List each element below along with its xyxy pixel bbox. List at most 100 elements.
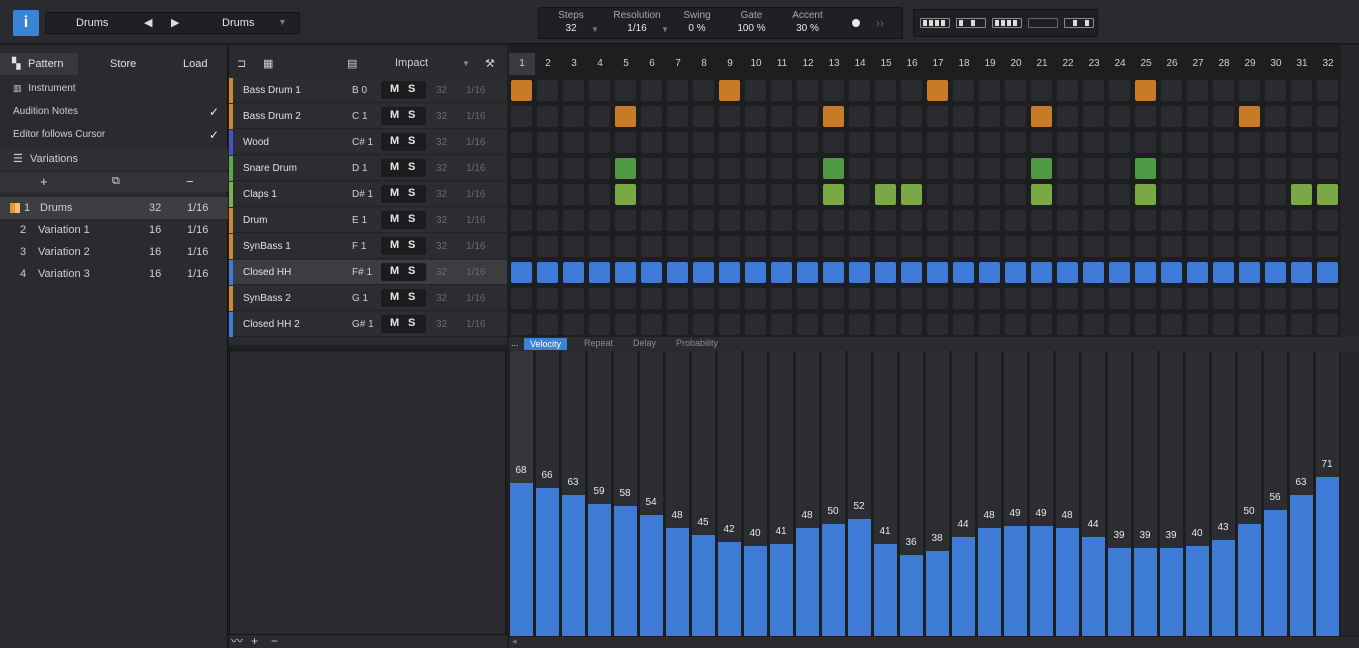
slot-3-icon[interactable]: [992, 18, 1022, 28]
step-cell[interactable]: [693, 132, 714, 153]
step-cell[interactable]: [771, 288, 792, 309]
step-cell[interactable]: [1109, 288, 1130, 309]
step-cell[interactable]: [1291, 288, 1312, 309]
step-cell[interactable]: [641, 106, 662, 127]
track-steps[interactable]: 32: [436, 137, 447, 148]
step-cell[interactable]: [953, 314, 974, 335]
step-number[interactable]: 5: [613, 58, 639, 69]
step-cell[interactable]: [693, 184, 714, 205]
step-cell[interactable]: [1005, 288, 1026, 309]
scroll-left-icon[interactable]: ◂: [512, 636, 517, 647]
step-number[interactable]: 11: [769, 58, 795, 69]
step-cell-on[interactable]: [797, 262, 818, 283]
step-cell[interactable]: [1187, 314, 1208, 335]
velocity-bar[interactable]: [510, 483, 533, 636]
step-cell-on[interactable]: [1109, 262, 1130, 283]
steps-param[interactable]: Steps 32 ▼: [551, 10, 599, 34]
velocity-column[interactable]: [822, 351, 845, 636]
step-cell[interactable]: [693, 106, 714, 127]
step-cell[interactable]: [1239, 210, 1260, 231]
step-cell-on[interactable]: [719, 262, 740, 283]
velocity-column[interactable]: [900, 351, 923, 636]
remove-lane-button[interactable]: −: [271, 635, 278, 647]
audition-notes-row[interactable]: Audition Notes ✓: [0, 101, 228, 123]
step-cell[interactable]: [875, 158, 896, 179]
step-cell[interactable]: [1265, 314, 1286, 335]
velocity-column[interactable]: [1082, 351, 1105, 636]
step-cell[interactable]: [849, 210, 870, 231]
step-cell[interactable]: [1083, 158, 1104, 179]
step-cell-on[interactable]: [927, 80, 948, 101]
track-resolution[interactable]: 1/16: [466, 319, 485, 330]
track-name[interactable]: Closed HH: [243, 267, 291, 278]
tab-probability[interactable]: Probability: [676, 338, 718, 348]
step-cell[interactable]: [719, 132, 740, 153]
instrument-row[interactable]: ▥ Instrument: [0, 77, 228, 99]
step-cell[interactable]: [537, 158, 558, 179]
step-cell[interactable]: [797, 80, 818, 101]
velocity-bar[interactable]: [770, 544, 793, 636]
step-cell-on[interactable]: [1239, 262, 1260, 283]
velocity-column[interactable]: [978, 351, 1001, 636]
step-cell[interactable]: [745, 132, 766, 153]
step-cell[interactable]: [1161, 80, 1182, 101]
step-cell[interactable]: [1109, 106, 1130, 127]
mute-button[interactable]: M: [390, 265, 399, 277]
tab-delay[interactable]: Delay: [633, 338, 656, 348]
step-cell[interactable]: [563, 132, 584, 153]
track-steps[interactable]: 32: [436, 111, 447, 122]
velocity-column[interactable]: [1212, 351, 1235, 636]
step-cell[interactable]: [1317, 210, 1338, 231]
step-cell[interactable]: [615, 288, 636, 309]
step-number[interactable]: 24: [1107, 58, 1133, 69]
step-cell[interactable]: [1213, 314, 1234, 335]
step-number[interactable]: 27: [1185, 58, 1211, 69]
step-cell[interactable]: [1213, 158, 1234, 179]
step-cell[interactable]: [901, 132, 922, 153]
step-cell[interactable]: [1187, 132, 1208, 153]
step-cell[interactable]: [1213, 106, 1234, 127]
step-cell[interactable]: [667, 210, 688, 231]
step-cell[interactable]: [745, 184, 766, 205]
step-cell-on[interactable]: [589, 262, 610, 283]
step-cell[interactable]: [1161, 236, 1182, 257]
tab-load[interactable]: Load: [183, 53, 207, 75]
track-row[interactable]: Closed HH F# 1 M S 32 1/16: [229, 260, 507, 285]
velocity-column[interactable]: [952, 351, 975, 636]
track-row[interactable]: Drum E 1 M S 32 1/16: [229, 208, 507, 233]
track-note[interactable]: D# 1: [352, 189, 373, 200]
step-cell[interactable]: [797, 132, 818, 153]
track-note[interactable]: C 1: [352, 111, 368, 122]
step-cell[interactable]: [745, 314, 766, 335]
step-cell-on[interactable]: [875, 184, 896, 205]
step-cell[interactable]: [901, 288, 922, 309]
velocity-bar[interactable]: [848, 519, 871, 636]
step-cell[interactable]: [511, 106, 532, 127]
step-number[interactable]: 22: [1055, 58, 1081, 69]
step-cell[interactable]: [1239, 132, 1260, 153]
track-steps[interactable]: 32: [436, 241, 447, 252]
step-cell[interactable]: [1317, 80, 1338, 101]
velocity-bar[interactable]: [562, 495, 585, 636]
step-cell[interactable]: [953, 288, 974, 309]
step-cell[interactable]: [1109, 314, 1130, 335]
lane-more-button[interactable]: ...: [511, 338, 519, 348]
velocity-column[interactable]: [666, 351, 689, 636]
track-steps[interactable]: 32: [436, 267, 447, 278]
velocity-bar[interactable]: [822, 524, 845, 636]
record-icon[interactable]: [852, 19, 860, 27]
step-cell-on[interactable]: [1135, 158, 1156, 179]
velocity-bar[interactable]: [718, 542, 741, 636]
track-row[interactable]: Wood C# 1 M S 32 1/16: [229, 130, 507, 155]
step-cell[interactable]: [537, 314, 558, 335]
step-cell[interactable]: [797, 106, 818, 127]
velocity-column[interactable]: [510, 351, 533, 636]
step-cell[interactable]: [1213, 184, 1234, 205]
velocity-bar[interactable]: [692, 535, 715, 636]
step-cell[interactable]: [667, 184, 688, 205]
step-cell[interactable]: [1005, 184, 1026, 205]
steps-value[interactable]: 32: [551, 23, 591, 34]
step-cell-on[interactable]: [667, 262, 688, 283]
step-cell[interactable]: [1083, 236, 1104, 257]
swing-value[interactable]: 0 %: [677, 23, 717, 34]
